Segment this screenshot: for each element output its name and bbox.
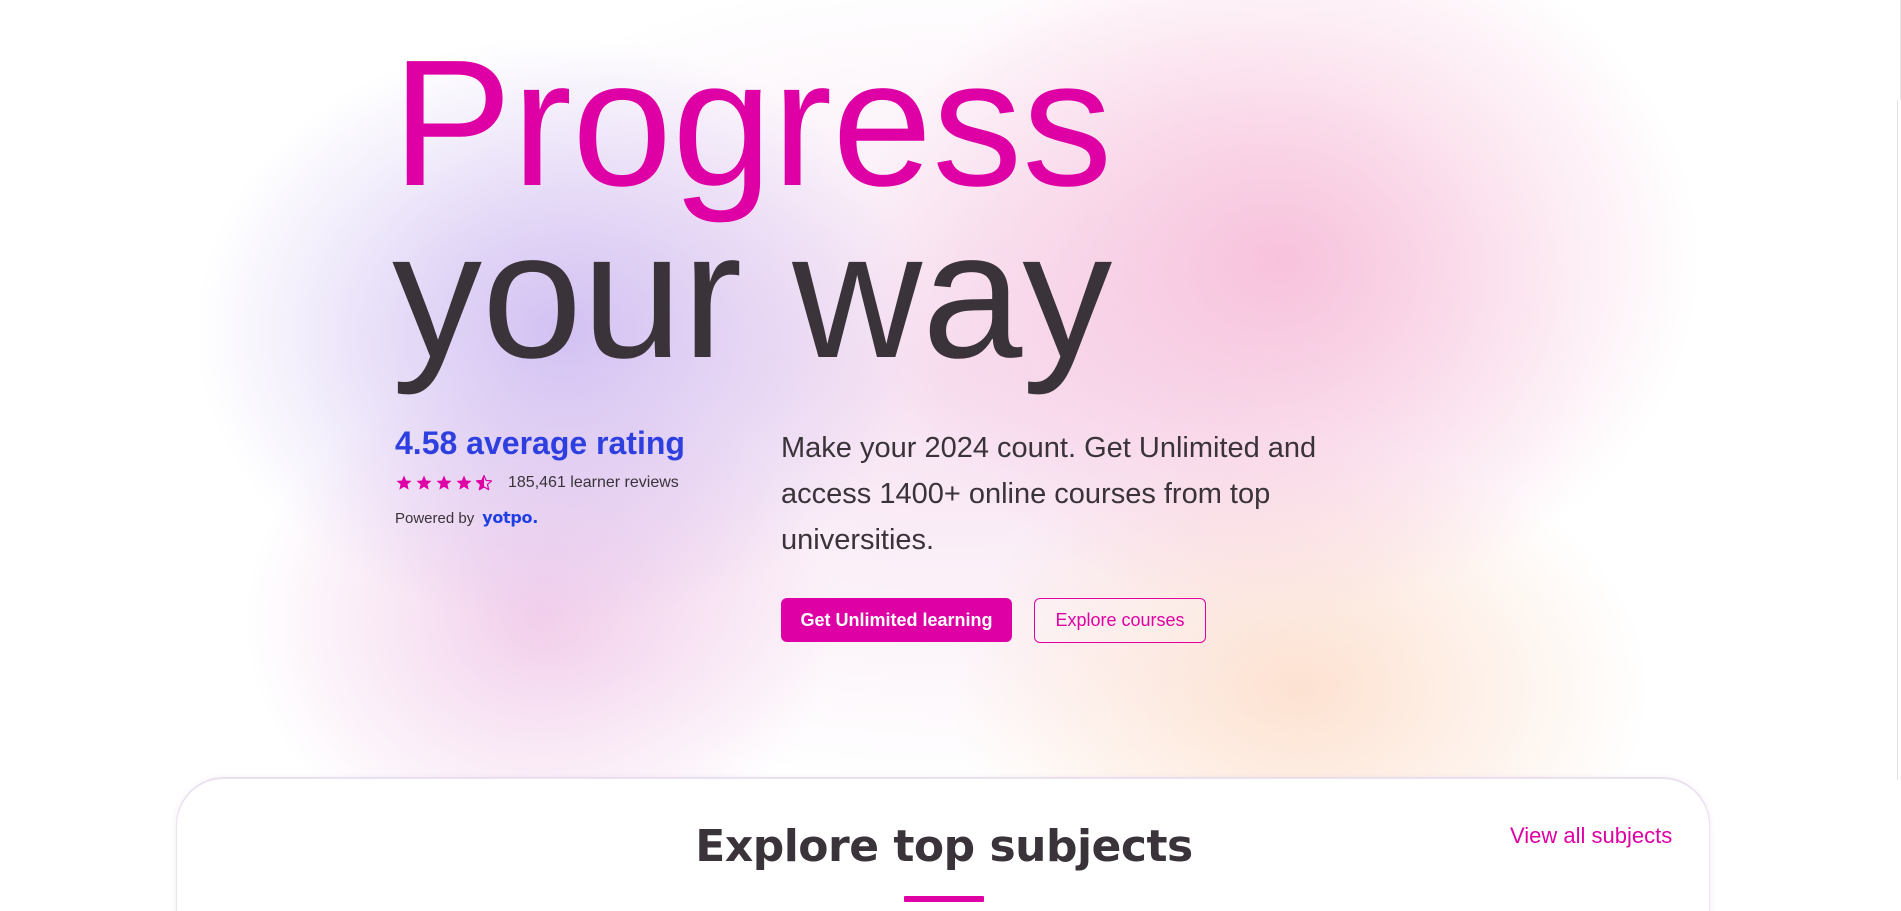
half-star-icon <box>475 474 493 491</box>
powered-by: Powered by yotpo. <box>395 508 725 527</box>
view-all-subjects-link[interactable]: View all subjects <box>1510 823 1672 849</box>
yotpo-logo[interactable]: yotpo. <box>482 508 538 527</box>
powered-by-label: Powered by <box>395 510 475 527</box>
explore-subjects-section: Explore top subjects View all subjects <box>176 778 1710 911</box>
review-count: 185,461 learner reviews <box>508 474 679 491</box>
stars-row: 185,461 learner reviews <box>395 474 725 492</box>
page: Progress your way 4.58 average rating 18… <box>0 0 1901 911</box>
star-icon <box>456 475 472 490</box>
section-title: Explore top subjects <box>695 821 1193 872</box>
hero-title-line-2: your way <box>392 195 1113 396</box>
rating-summary: 4.58 average rating 185,461 learner revi… <box>395 425 725 527</box>
star-rating <box>395 474 493 492</box>
get-unlimited-button[interactable]: Get Unlimited learning <box>781 598 1012 642</box>
star-icon <box>416 475 432 490</box>
explore-courses-button[interactable]: Explore courses <box>1034 598 1206 643</box>
title-underline <box>904 896 984 902</box>
scrollbar-track[interactable] <box>1897 100 1898 780</box>
star-icon <box>396 475 412 490</box>
average-rating-heading: 4.58 average rating <box>395 425 685 461</box>
star-icon <box>436 475 452 490</box>
hero-description: Make your 2024 count. Get Unlimited and … <box>781 432 1317 556</box>
